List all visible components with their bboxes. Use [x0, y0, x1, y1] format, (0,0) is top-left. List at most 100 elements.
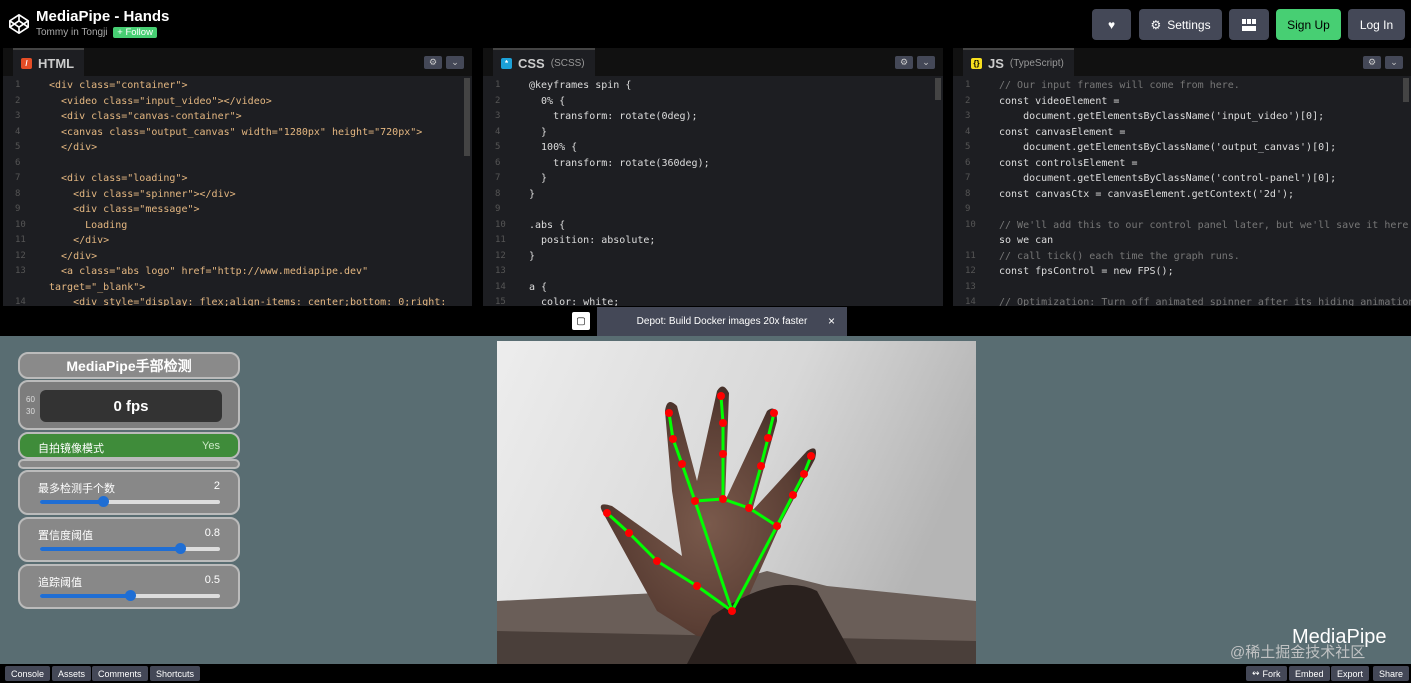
- code-line[interactable]: 10 Loading: [3, 218, 472, 234]
- code-line[interactable]: 9: [953, 202, 1411, 218]
- line-number: 10: [965, 219, 976, 230]
- code-line[interactable]: 1 // Our input frames will come from here…: [953, 78, 1411, 94]
- tab-css[interactable]: * CSS (SCSS): [493, 48, 595, 76]
- code-line[interactable]: 4 const canvasElement =: [953, 125, 1411, 141]
- code-line[interactable]: target="_blank">: [3, 280, 472, 296]
- code-line[interactable]: 1 @keyframes spin {: [483, 78, 943, 94]
- code-line[interactable]: 11 </div>: [3, 233, 472, 249]
- js-editor[interactable]: {} JS (TypeScript) ⚙ ⌄ 1 // Our input fra…: [953, 48, 1411, 306]
- code-line[interactable]: 6 const controlsElement =: [953, 156, 1411, 172]
- code-line[interactable]: 3 <div class="canvas-container">: [3, 109, 472, 125]
- css-editor[interactable]: * CSS (SCSS) ⚙ ⌄ 1 @keyframes spin {2 0% …: [483, 48, 943, 306]
- hand-landmark: [773, 522, 781, 530]
- code-line[interactable]: 7 }: [483, 171, 943, 187]
- author-name[interactable]: Tommy in Tongji: [36, 27, 108, 38]
- confidence-track[interactable]: [40, 543, 220, 554]
- tab-js-sub: (TypeScript): [1009, 57, 1064, 69]
- tracking-slider[interactable]: 追踪阈值 0.5: [18, 564, 240, 609]
- sign-up-button[interactable]: Sign Up: [1276, 9, 1341, 40]
- code-line[interactable]: 5 document.getElementsByClassName('outpu…: [953, 140, 1411, 156]
- fork-button[interactable]: ↭ Fork: [1246, 666, 1287, 681]
- css-settings-button[interactable]: ⚙: [895, 56, 913, 69]
- code-line[interactable]: 9: [483, 202, 943, 218]
- tab-js[interactable]: {} JS (TypeScript): [963, 48, 1074, 76]
- layout-button[interactable]: [1229, 9, 1269, 40]
- assets-button[interactable]: Assets: [52, 666, 92, 681]
- css-code[interactable]: 1 @keyframes spin {2 0% {3 transform: rot…: [483, 78, 943, 306]
- promo-banner[interactable]: Depot: Build Docker images 20x faster: [597, 307, 847, 336]
- code-line[interactable]: 5 100% {: [483, 140, 943, 156]
- code-line[interactable]: 15 color: white;: [483, 295, 943, 306]
- code-line[interactable]: 13 <a class="abs logo" href="http://www.…: [3, 264, 472, 280]
- code-line[interactable]: 8 const canvasCtx = canvasElement.getCont…: [953, 187, 1411, 203]
- code-line[interactable]: 12 </div>: [3, 249, 472, 265]
- code-line[interactable]: 10 .abs {: [483, 218, 943, 234]
- layout-icon: [1242, 18, 1256, 31]
- code-line[interactable]: 14 <div style="display: flex;align-items…: [3, 295, 472, 306]
- code-line[interactable]: 1 <div class="container">: [3, 78, 472, 94]
- export-button[interactable]: Export: [1331, 666, 1370, 681]
- comments-button[interactable]: Comments: [92, 666, 148, 681]
- hand-landmark: [678, 460, 686, 468]
- tracking-knob[interactable]: [125, 590, 136, 601]
- code-line[interactable]: 4 }: [483, 125, 943, 141]
- code-line[interactable]: 3 document.getElementsByClassName('input…: [953, 109, 1411, 125]
- code-line[interactable]: 5 </div>: [3, 140, 472, 156]
- log-in-button[interactable]: Log In: [1348, 9, 1405, 40]
- settings-button[interactable]: ⚙ Settings: [1139, 9, 1222, 40]
- code-line[interactable]: 3 transform: rotate(0deg);: [483, 109, 943, 125]
- js-code[interactable]: 1 // Our input frames will come from here…: [953, 78, 1411, 306]
- code-line[interactable]: 4 <canvas class="output_canvas" width="1…: [3, 125, 472, 141]
- code-text: <div class="message">: [49, 204, 200, 215]
- code-line[interactable]: 11 position: absolute;: [483, 233, 943, 249]
- code-line[interactable]: so we can: [953, 233, 1411, 249]
- code-line[interactable]: 6: [3, 156, 472, 172]
- embed-button[interactable]: Embed: [1289, 666, 1330, 681]
- html-collapse-button[interactable]: ⌄: [446, 56, 464, 69]
- code-line[interactable]: 6 transform: rotate(360deg);: [483, 156, 943, 172]
- code-line[interactable]: 7 document.getElementsByClassName('contr…: [953, 171, 1411, 187]
- tracking-track[interactable]: [40, 590, 220, 601]
- html-code[interactable]: 1 <div class="container"> 2 <video class="…: [3, 78, 472, 306]
- confidence-knob[interactable]: [175, 543, 187, 554]
- code-line[interactable]: 8 <div class="spinner"></div>: [3, 187, 472, 203]
- hand-landmark: [800, 470, 808, 478]
- shortcuts-button[interactable]: Shortcuts: [150, 666, 201, 681]
- js-scrollbar[interactable]: [1403, 78, 1409, 102]
- max-hands-track[interactable]: [40, 496, 220, 507]
- console-button[interactable]: Console: [5, 666, 51, 681]
- code-line[interactable]: 13: [483, 264, 943, 280]
- html-settings-button[interactable]: ⚙: [424, 56, 442, 69]
- js-collapse-button[interactable]: ⌄: [1385, 56, 1403, 69]
- code-line[interactable]: 14 a {: [483, 280, 943, 296]
- code-line[interactable]: 12 const fpsControl = new FPS();: [953, 264, 1411, 280]
- selfie-mode-toggle[interactable]: 自拍镜像模式 Yes: [18, 432, 240, 459]
- code-line[interactable]: 2 const videoElement =: [953, 94, 1411, 110]
- code-line[interactable]: 8}: [483, 187, 943, 203]
- code-line[interactable]: 13: [953, 280, 1411, 296]
- share-button[interactable]: Share: [1373, 666, 1410, 681]
- max-hands-slider[interactable]: 最多检测手个数 2: [18, 470, 240, 515]
- css-collapse-button[interactable]: ⌄: [917, 56, 935, 69]
- code-line[interactable]: 10 // We'll add this to our control panel…: [953, 218, 1411, 234]
- max-hands-knob[interactable]: [98, 496, 109, 507]
- html-scrollbar[interactable]: [464, 78, 470, 156]
- html-editor[interactable]: / HTML ⚙ ⌄ 1 <div class="container"> 2 <vi…: [3, 48, 472, 306]
- code-line[interactable]: 7 <div class="loading">: [3, 171, 472, 187]
- css-scrollbar[interactable]: [935, 78, 941, 100]
- code-line[interactable]: 12}: [483, 249, 943, 265]
- code-line[interactable]: 14 // Optimization: Turn off animated spi…: [953, 295, 1411, 306]
- code-line[interactable]: 9 <div class="message">: [3, 202, 472, 218]
- follow-button[interactable]: + Follow: [113, 27, 157, 38]
- confidence-slider[interactable]: 置信度阈值 0.8: [18, 517, 240, 562]
- js-settings-button[interactable]: ⚙: [1363, 56, 1381, 69]
- code-line[interactable]: 11 // call tick() each time the graph run…: [953, 249, 1411, 265]
- code-line[interactable]: 2 <video class="input_video"></video>: [3, 94, 472, 110]
- promo-text[interactable]: Depot: Build Docker images 20x faster: [637, 316, 808, 327]
- promo-close-button[interactable]: ×: [828, 314, 835, 328]
- tab-html[interactable]: / HTML: [13, 48, 85, 76]
- chevron-down-icon: ⌄: [922, 57, 930, 67]
- heart-button[interactable]: ♥: [1092, 9, 1131, 40]
- code-line[interactable]: 2 0% {: [483, 94, 943, 110]
- codepen-logo-icon[interactable]: [8, 12, 30, 36]
